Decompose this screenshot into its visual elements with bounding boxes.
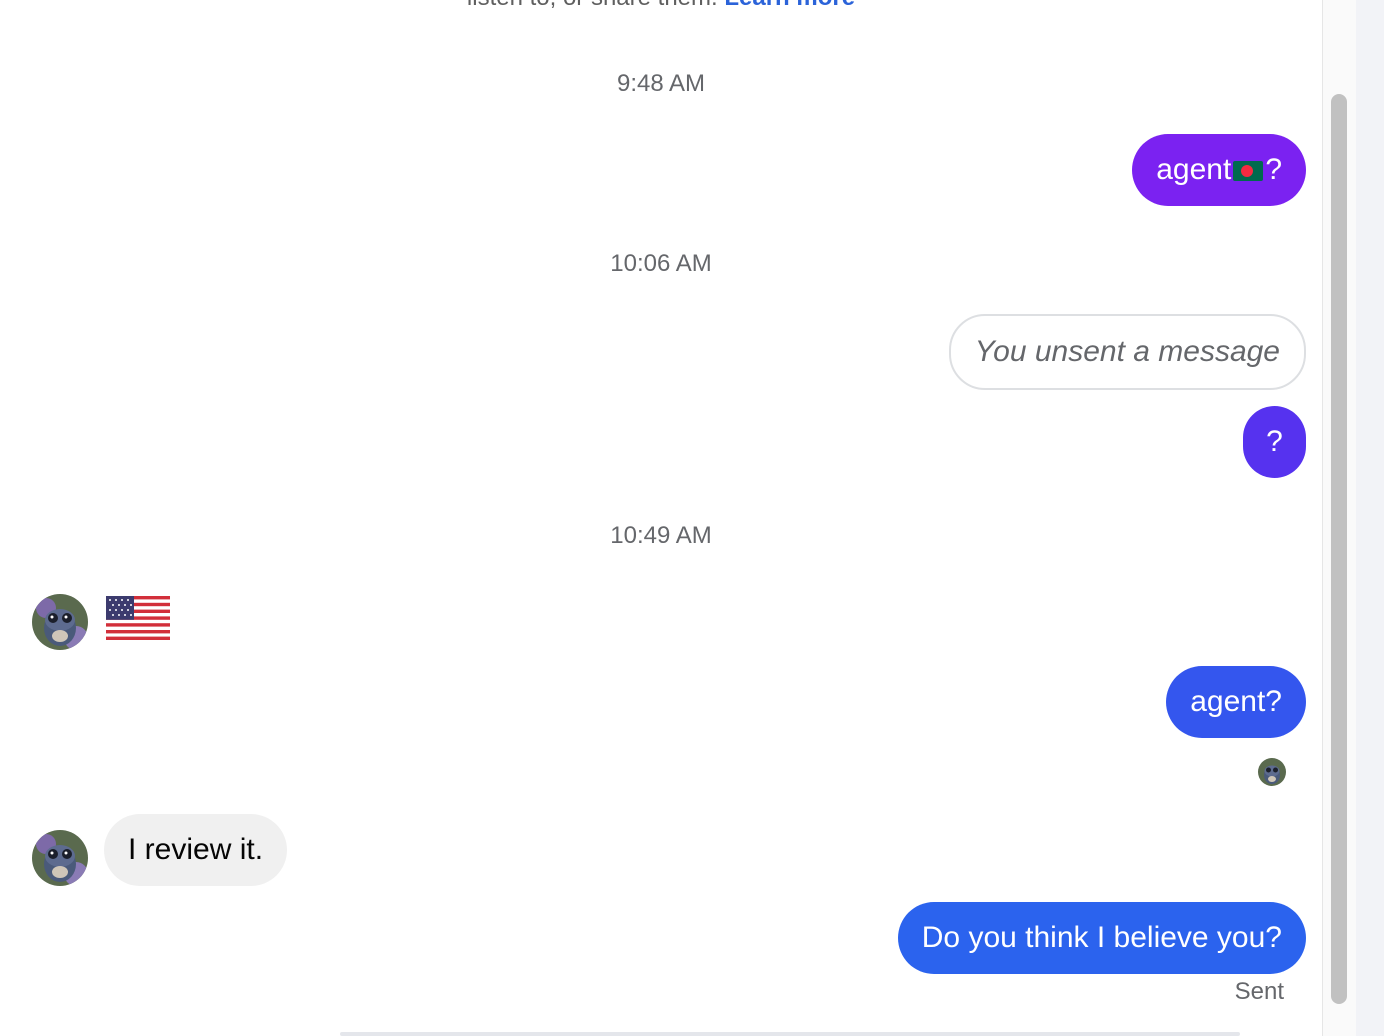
incoming-message[interactable]: I review it. [104,814,288,886]
page: listen to, or share them. Learn more 9:4… [0,0,1384,1036]
message-text: agent [1156,153,1232,186]
contact-avatar[interactable] [32,830,88,886]
scrollbar[interactable] [1322,0,1356,1036]
outgoing-message[interactable]: Do you think I believe you? [897,902,1306,974]
outgoing-message[interactable]: agent? [1166,666,1306,738]
read-receipt-avatar [1258,758,1286,786]
timestamp: 10:06 AM [610,250,712,277]
flag-bangladesh-icon [1233,161,1264,181]
outgoing-message[interactable]: ? [1243,406,1306,478]
contact-avatar[interactable] [32,594,88,650]
timestamp: 9:48 AM [616,70,706,97]
timestamp: 10:49 AM [610,522,712,549]
encryption-notice: listen to, or share them. Learn more [0,0,1322,12]
outgoing-message[interactable]: agent? [1132,134,1306,206]
composer-edge [340,1032,1240,1036]
unsent-message: You unsent a message [948,314,1306,390]
side-panel-edge [1356,0,1384,1036]
sent-status: Sent [1234,978,1284,1005]
scrollbar-thumb[interactable] [1331,94,1347,1004]
flag-us-icon[interactable] [106,596,170,640]
learn-more-link[interactable]: Learn more [724,0,855,11]
chat-thread[interactable]: listen to, or share them. Learn more 9:4… [0,0,1322,1036]
message-text-suffix: ? [1265,153,1282,186]
notice-text: listen to, or share them. [467,0,718,11]
